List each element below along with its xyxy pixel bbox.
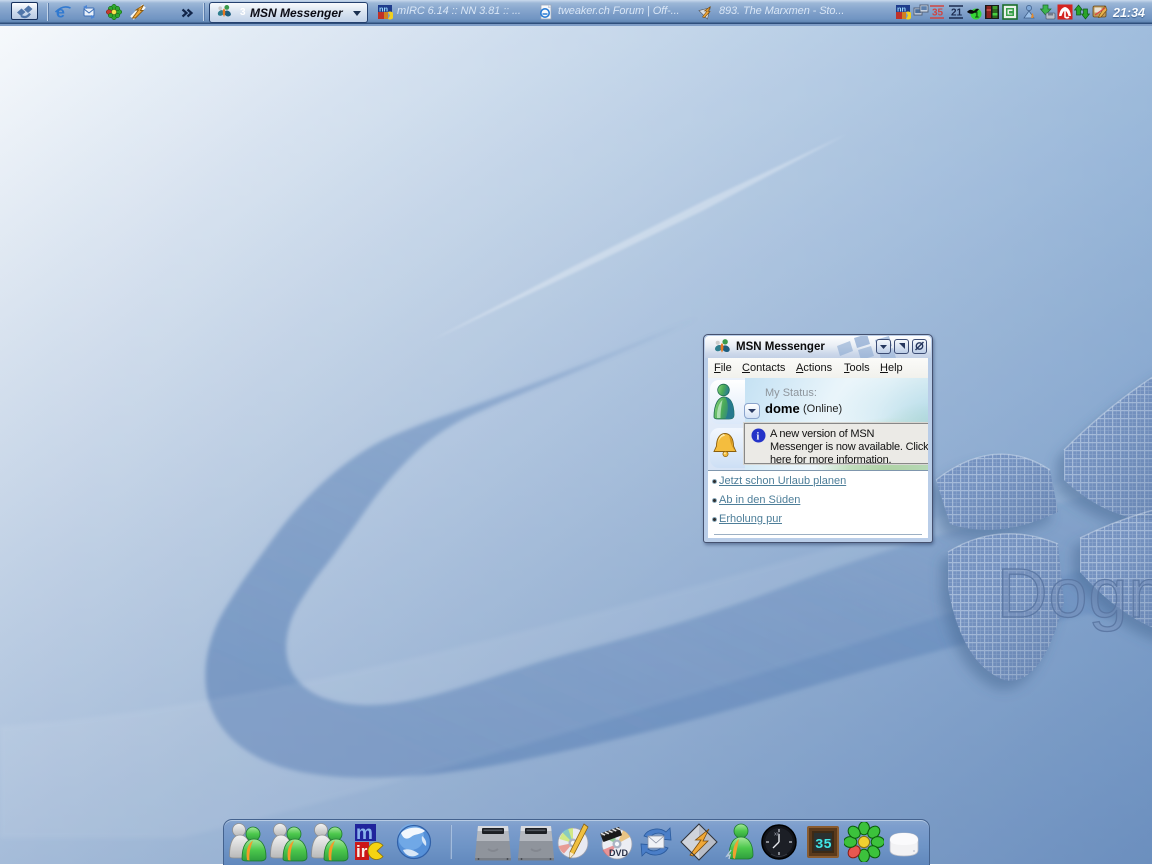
svg-text:i: i — [757, 432, 760, 443]
svg-text:35: 35 — [932, 8, 944, 19]
svg-text:1: 1 — [975, 11, 980, 20]
svg-text:21: 21 — [951, 8, 963, 19]
svg-text:Dogma: Dogma — [997, 554, 1152, 632]
